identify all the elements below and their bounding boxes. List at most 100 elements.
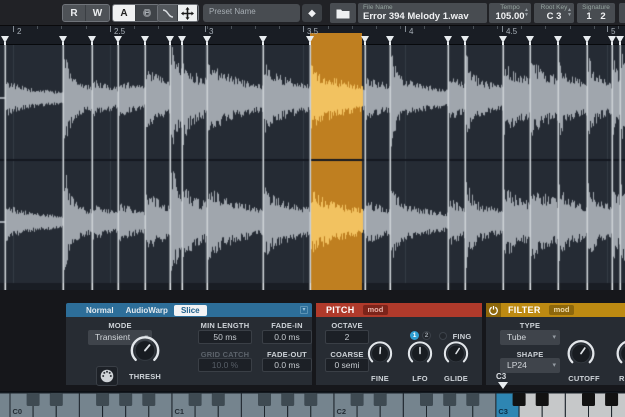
- file-name-value: Error 394 Melody 1.wav: [363, 11, 487, 22]
- knob-icon: [443, 340, 470, 367]
- fingered-toggle[interactable]: [439, 332, 447, 340]
- read-button[interactable]: R: [63, 5, 86, 21]
- coarse-value[interactable]: 0 semi: [325, 358, 369, 372]
- black-key[interactable]: [27, 393, 40, 406]
- lfo-select-1-button[interactable]: 1: [410, 331, 419, 340]
- sampler-window: R W A B Preset: [0, 0, 625, 417]
- ruler-minor-tick: [400, 26, 401, 29]
- pitch-mod-badge[interactable]: mod: [363, 305, 389, 315]
- ruler-minor-tick: [134, 26, 135, 29]
- ruler-minor-tick: [231, 26, 232, 29]
- filter-panel-body: TYPE Tube ▾ SHAPE LP24 ▾ CUTOFF RESO: [486, 317, 625, 385]
- ruler-minor-tick: [328, 26, 329, 29]
- timeline-ruler[interactable]: 22.533.544.55: [0, 26, 625, 45]
- fade-out-value[interactable]: 0.0 ms: [262, 358, 312, 372]
- filter-shape-dropdown[interactable]: LP24 ▾: [500, 358, 560, 373]
- black-key[interactable]: [582, 393, 595, 406]
- glide-knob[interactable]: [443, 340, 470, 372]
- filter-panel: FILTER mod TYPE Tube ▾ SHAPE LP24 ▾ CUTO…: [486, 303, 625, 385]
- black-key[interactable]: [420, 393, 433, 406]
- black-key[interactable]: [119, 393, 132, 406]
- filter-mod-badge[interactable]: mod: [549, 305, 575, 315]
- envelope-curve-button[interactable]: [158, 5, 178, 21]
- fade-in-label: FADE-IN: [271, 321, 302, 330]
- waveform-display[interactable]: [0, 45, 625, 290]
- filter-power-button[interactable]: [486, 303, 501, 317]
- root-key-spinner-icon[interactable]: ▲▼: [567, 8, 572, 18]
- parameter-panels: Normal AudioWarp Slice ▾ MODE Transient …: [0, 290, 625, 391]
- ruler-minor-tick: [352, 26, 353, 29]
- black-key[interactable]: [466, 393, 479, 406]
- knob-icon: [566, 339, 596, 369]
- ruler-minor-tick: [570, 26, 571, 29]
- file-name-box[interactable]: File Name Error 394 Melody 1.wav: [358, 3, 487, 23]
- ruler-minor-tick: [618, 26, 619, 29]
- ruler-minor-tick: [37, 26, 38, 29]
- lfo-knob[interactable]: [407, 340, 434, 372]
- black-key[interactable]: [281, 393, 294, 406]
- piano-keyboard[interactable]: C0C1C2C3: [0, 391, 625, 417]
- move-tool-button[interactable]: [178, 5, 198, 21]
- key-octave-label: C0: [13, 407, 23, 416]
- preset-browse-button[interactable]: ◆: [302, 4, 322, 22]
- black-key[interactable]: [351, 393, 364, 406]
- black-key[interactable]: [443, 393, 456, 406]
- tab-normal[interactable]: Normal: [80, 306, 120, 315]
- min-length-label: MIN LENGTH: [201, 321, 250, 330]
- cutoff-knob[interactable]: [566, 339, 596, 374]
- black-key[interactable]: [50, 393, 63, 406]
- octave-value[interactable]: 2: [325, 330, 369, 344]
- black-key[interactable]: [513, 393, 526, 406]
- black-key[interactable]: [212, 393, 225, 406]
- filter-header: FILTER mod: [486, 303, 625, 317]
- filter-type-dropdown[interactable]: Tube ▾: [500, 330, 560, 345]
- read-write-group: R W: [62, 4, 110, 22]
- black-key[interactable]: [304, 393, 317, 406]
- knob-icon: [129, 335, 161, 367]
- black-key[interactable]: [536, 393, 549, 406]
- preset-name-field[interactable]: Preset Name: [203, 4, 300, 22]
- move-tool-icon: [181, 7, 194, 20]
- thresh-knob[interactable]: [129, 335, 161, 372]
- signature-box[interactable]: Signature 12: [577, 3, 615, 23]
- tab-slice[interactable]: Slice: [174, 305, 207, 316]
- status-indicator-icon[interactable]: [143, 9, 151, 17]
- root-key-box[interactable]: Root Key C 3 ▲▼: [534, 3, 574, 23]
- ruler-label: 3.5: [307, 27, 318, 36]
- black-key[interactable]: [189, 393, 202, 406]
- tab-audiowarp[interactable]: AudioWarp: [120, 306, 174, 315]
- slice-options-icon[interactable]: ▾: [300, 306, 308, 314]
- ruler-minor-tick: [182, 26, 183, 29]
- fine-knob[interactable]: [367, 340, 394, 372]
- black-key[interactable]: [258, 393, 271, 406]
- lfo-select-2-button[interactable]: 2: [422, 331, 431, 340]
- playback-mode-tabs: Normal AudioWarp Slice ▾: [66, 303, 312, 317]
- black-key[interactable]: [142, 393, 155, 406]
- ruler-minor-tick: [255, 26, 256, 29]
- fade-in-value[interactable]: 0.0 ms: [262, 330, 312, 344]
- midi-export-button[interactable]: [96, 366, 118, 386]
- slice-panel: Normal AudioWarp Slice ▾ MODE Transient …: [66, 303, 312, 385]
- black-key[interactable]: [96, 393, 109, 406]
- ruler-minor-tick: [279, 26, 280, 29]
- keyboard-keys: C0C1C2C3: [0, 391, 625, 417]
- write-button[interactable]: W: [86, 5, 109, 21]
- black-key[interactable]: [605, 393, 618, 406]
- a-button[interactable]: A: [113, 5, 136, 21]
- signature-value: 12: [577, 11, 615, 22]
- ruler-beat-tick: [607, 26, 608, 32]
- root-key-marker-icon[interactable]: [498, 382, 508, 389]
- tempo-spinner-icon[interactable]: ▲▼: [524, 8, 529, 18]
- min-length-value[interactable]: 50 ms: [198, 330, 252, 344]
- black-key[interactable]: [374, 393, 387, 406]
- tempo-box[interactable]: Tempo 105.00 ▲▼: [489, 3, 531, 23]
- white-key[interactable]: [0, 393, 10, 417]
- ruler-minor-tick: [158, 26, 159, 29]
- resonance-knob[interactable]: [615, 339, 625, 374]
- load-file-button[interactable]: [330, 3, 356, 23]
- ruler-beat-tick: [205, 26, 206, 32]
- slice-panel-body: MODE Transient ▾ THRESH MIN: [66, 317, 312, 385]
- glide-label: GLIDE: [444, 374, 468, 383]
- ruler-label: 2: [17, 27, 21, 36]
- pitch-panel-body: OCTAVE 2 COARSE 0 semi FINE 1 2 LFO FING…: [316, 317, 482, 385]
